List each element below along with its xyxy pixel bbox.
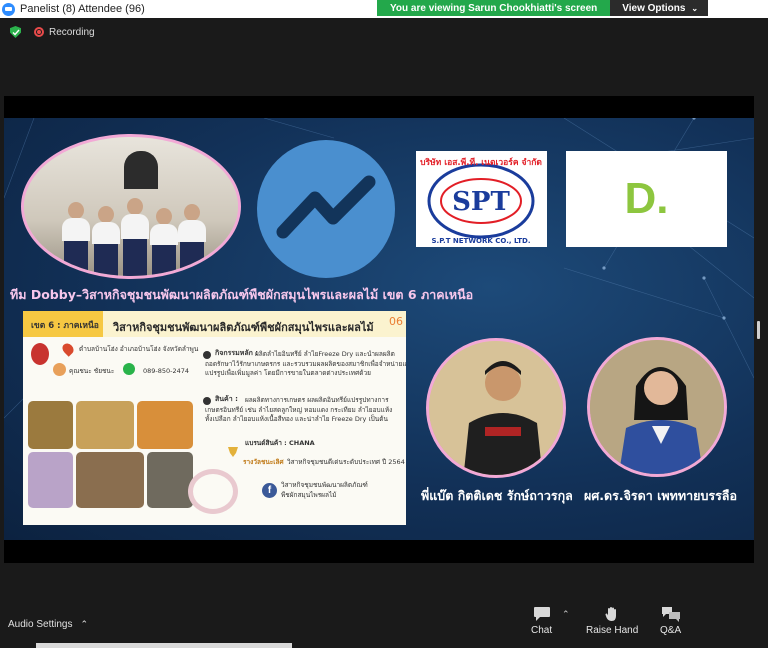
award-text: วิสาหกิจชุมชนดีเด่นระดับประเทศ ปี 2564 [287, 458, 405, 466]
meeting-status-bar: Recording [0, 18, 768, 46]
shield-check-icon[interactable] [10, 26, 21, 38]
shared-screen: SPT บริษัท เอส.พี.ที. เนตเวอร์ค จำกัด S.… [4, 96, 754, 563]
trend-logo [257, 140, 395, 278]
record-icon [34, 27, 44, 37]
spt-thai-name: บริษัท เอส.พี.ที. เนตเวอร์ค จำกัด [420, 157, 542, 168]
chevron-up-icon[interactable]: ⌃ [81, 619, 89, 629]
products-text-2: เกษตรอินทรีย์ เช่น ลำไยสดลูกใหญ่ หอมแดง … [205, 406, 393, 414]
poster-brand: แบรนด์สินค้า : CHANA [245, 439, 315, 447]
audio-settings-label: Audio Settings [8, 619, 73, 630]
main-activity-text: ผลิตลำไยอินทรีย์ ลำไยFreeze Dry และนำผลผ… [255, 350, 395, 358]
main-activity-text-2: ถอดรักษาไว้รักษาเกษตรกร และรวบรวมผลผลิตข… [205, 360, 406, 368]
recording-indicator: Recording [34, 27, 95, 38]
chat-button[interactable]: Chat [531, 606, 552, 636]
horizontal-scrollbar[interactable] [36, 643, 292, 648]
meeting-toolbar: Audio Settings ⌃ Chat ⌃ Raise Hand Q&A [0, 604, 768, 648]
d-logo: D. [566, 151, 727, 247]
view-options-label: View Options [622, 2, 686, 14]
chat-label: Chat [531, 625, 553, 636]
poster-zone: เขต 6 : ภาคเหนือ [23, 311, 103, 337]
poster-address: ตำบลบ้านโฮ่ง อำเภอบ้านโฮ่ง จังหวัดลำพูน [79, 345, 199, 353]
poster-number: 06 [389, 315, 403, 328]
raise-hand-icon [605, 607, 617, 621]
zoom-app-icon [2, 2, 15, 16]
bullet-icon [203, 351, 211, 359]
speaker-1-photo [426, 338, 566, 478]
facebook-page-text: วิสาหกิจชุมชนพัฒนาผลิตภัณฑ์ [281, 481, 368, 489]
poster-phone: 089-850-2474 [143, 367, 190, 375]
enterprise-emblem-icon [31, 343, 49, 365]
audio-settings-button[interactable]: Audio Settings ⌃ [8, 619, 88, 630]
chat-icon [533, 607, 550, 621]
raise-hand-label: Raise Hand [586, 625, 639, 636]
products-text: ผลผลิตทางการเกษตร ผลผลิตอินทรีย์แปรรูปทา… [245, 396, 389, 404]
phone-icon [123, 363, 135, 375]
screen-share-banner: You are viewing Sarun Chookhiatti's scre… [377, 0, 709, 16]
enterprise-poster: เขต 6 : ภาคเหนือ วิสาหกิจชุมชนพัฒนาผลิตภ… [23, 311, 406, 525]
speaker-2-name: ผศ.ดร.จิรดา เพททายบรรลือ [584, 488, 737, 503]
award-label: รางวัลชนะเลิศ [243, 458, 284, 466]
qa-icon [661, 607, 680, 622]
contact-person-icon [53, 363, 66, 376]
facebook-icon: f [262, 483, 277, 498]
viewing-screen-label: You are viewing Sarun Chookhiatti's scre… [377, 0, 611, 16]
spt-english-name: S.P.T NETWORK CO., LTD. [432, 237, 531, 245]
recording-label: Recording [49, 26, 95, 38]
products-text-3: ทั้งเปลือก ลำไยอบแห้งเนื้อสีทอง และน่าลำ… [205, 415, 388, 423]
chevron-down-icon: ⌄ [691, 3, 699, 13]
ring-graphic [188, 469, 238, 514]
poster-title: วิสาหกิจชุมชนพัฒนาผลิตภัณฑ์พืชผักสมุนไพร… [103, 311, 406, 337]
poster-contact-name: คุณชนะ ชัยชนะ [69, 367, 115, 375]
view-options-button[interactable]: View Options ⌄ [610, 0, 709, 16]
qa-label: Q&A [660, 625, 682, 636]
location-pin-icon [60, 341, 76, 357]
window-title: Panelist (8) Attendee (96) [20, 3, 145, 15]
bullet-icon [203, 397, 211, 405]
raise-hand-button[interactable]: Raise Hand [586, 606, 638, 636]
speaker-1-name: พี่แบ๊ต กิตติเดช รักษ์ถาวรกุล [421, 488, 573, 503]
facebook-page-text-2: พืชผักสมุนไพรผลไม้ [281, 491, 337, 499]
panel-resize-handle[interactable] [757, 321, 760, 339]
main-activity-text-3: แปรรูปเพื่อเพิ่มมูลค่า โดยมีการขายในตลาด… [205, 369, 371, 377]
zoom-window: Panelist (8) Attendee (96) You are viewi… [0, 0, 768, 648]
team-photo [21, 134, 241, 279]
presentation-slide: SPT บริษัท เอส.พี.ที. เนตเวอร์ค จำกัด S.… [4, 118, 754, 540]
product-photo-collage [28, 401, 193, 511]
trophy-icon [228, 447, 238, 457]
chat-options-chevron-icon[interactable]: ⌃ [562, 610, 570, 620]
team-title: ทีม Dobby–วิสาหกิจชุมชนพัฒนาผลิตภัณฑ์พืช… [10, 287, 474, 302]
spt-mark: SPT [452, 187, 510, 217]
main-activity-label: กิจกรรมหลัก : [215, 349, 259, 357]
qa-button[interactable]: Q&A [660, 606, 681, 636]
speaker-2-photo [587, 337, 727, 477]
products-label: สินค้า : [215, 395, 238, 403]
spt-network-logo: SPT บริษัท เอส.พี.ที. เนตเวอร์ค จำกัด S.… [416, 151, 547, 247]
